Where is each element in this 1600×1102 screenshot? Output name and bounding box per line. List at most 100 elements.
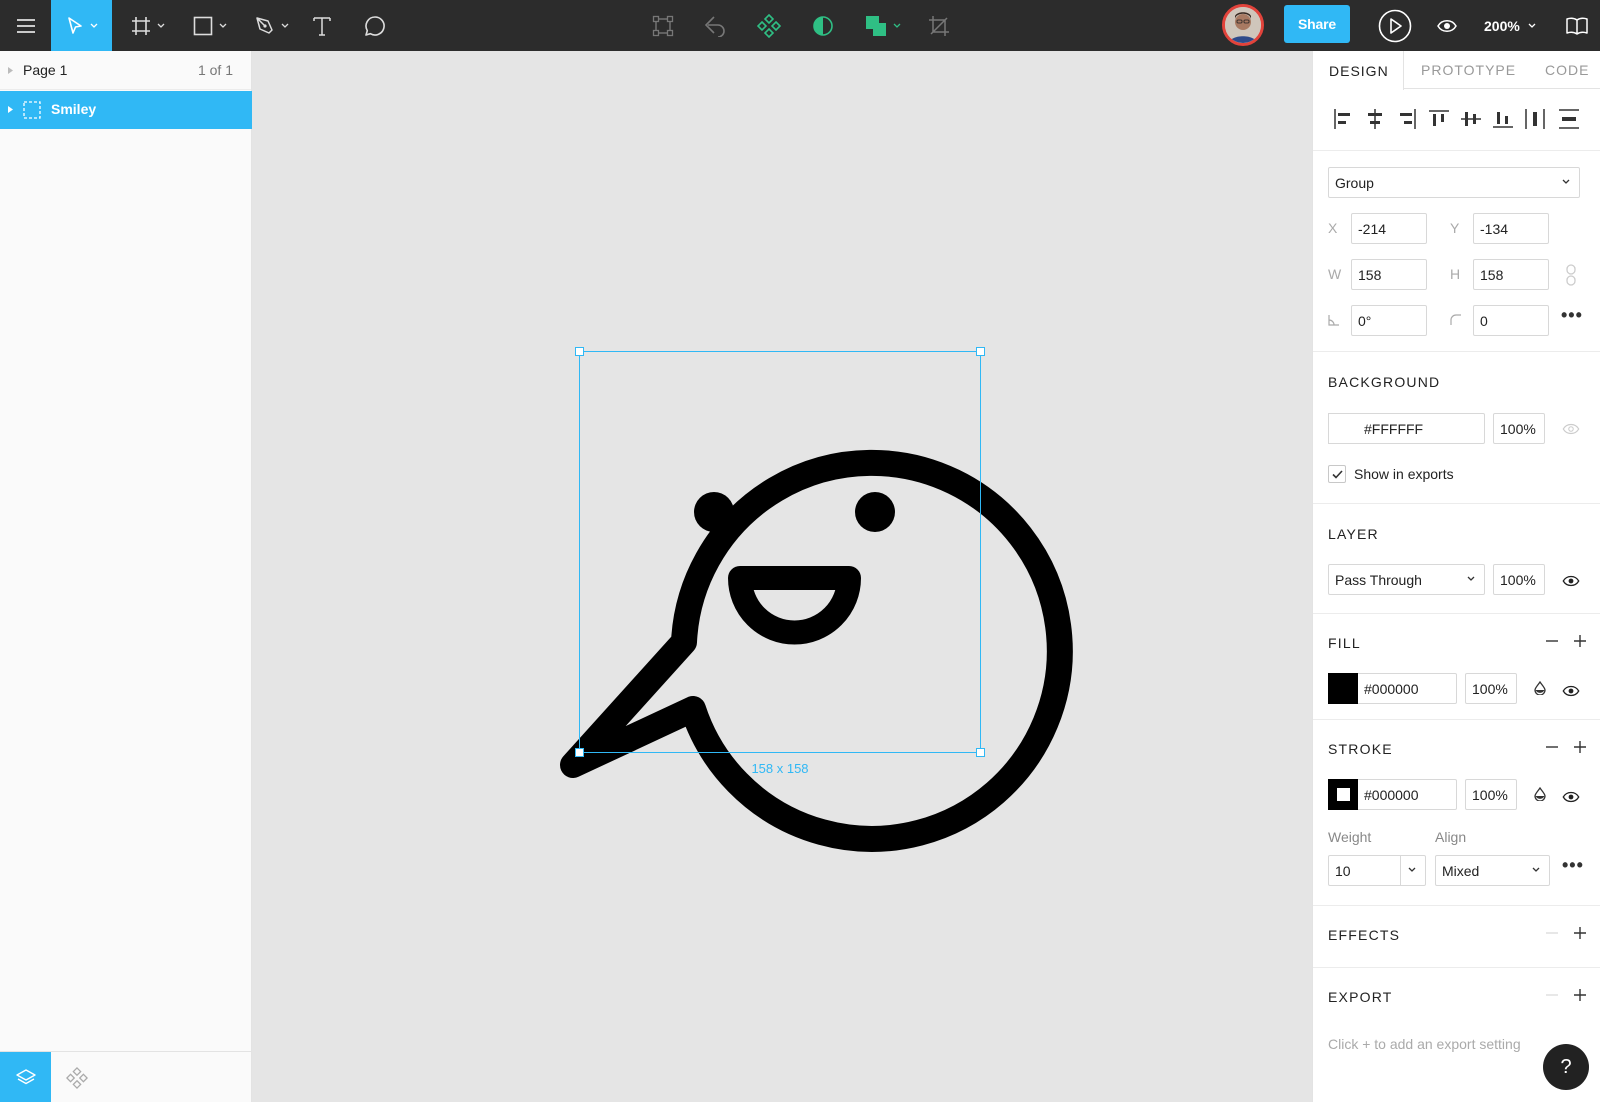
chevron-down-icon — [893, 23, 901, 28]
more-options-icon[interactable]: ••• — [1561, 305, 1583, 326]
chevron-down-icon — [1408, 867, 1416, 872]
fill-opacity-field[interactable]: 100% — [1465, 673, 1517, 704]
height-field[interactable]: 158 — [1473, 259, 1549, 290]
background-color-swatch[interactable] — [1328, 413, 1359, 444]
divider — [1313, 967, 1600, 968]
canvas[interactable]: 158 x 158 — [252, 51, 1312, 1102]
stroke-hex-field[interactable]: #000000 — [1358, 779, 1457, 810]
minus-icon — [1546, 994, 1558, 996]
comment-tool[interactable] — [358, 0, 392, 51]
components-tab[interactable] — [51, 1052, 102, 1102]
create-component-tool[interactable] — [754, 0, 784, 51]
y-field[interactable]: -134 — [1473, 213, 1549, 244]
align-left-button[interactable] — [1329, 103, 1357, 135]
plus-icon[interactable] — [1574, 635, 1586, 647]
tab-prototype[interactable]: PROTOTYPE — [1421, 51, 1516, 89]
show-in-exports-checkbox[interactable] — [1328, 465, 1346, 483]
chevron-down-icon — [1532, 867, 1540, 872]
stroke-opacity-field[interactable]: 100% — [1465, 779, 1517, 810]
resize-handle-bottom-left[interactable] — [575, 748, 584, 757]
menu-button[interactable] — [0, 0, 51, 51]
tab-design[interactable]: DESIGN — [1313, 51, 1404, 90]
blend-mode-select[interactable]: Pass Through — [1328, 564, 1485, 595]
resize-handle-bottom-right[interactable] — [976, 748, 985, 757]
selection-box[interactable] — [575, 347, 985, 757]
drop-icon — [1534, 680, 1546, 696]
fill-hex-field[interactable]: #000000 — [1358, 673, 1457, 704]
text-tool[interactable] — [306, 0, 338, 51]
menu-icon — [16, 18, 35, 33]
view-button[interactable] — [1430, 0, 1464, 51]
layer-item-smiley[interactable]: Smiley — [0, 91, 252, 129]
resize-handle-top-right[interactable] — [976, 347, 985, 356]
crop-tool[interactable] — [924, 0, 954, 51]
stroke-visibility-toggle[interactable] — [1562, 790, 1580, 808]
align-bottom-icon — [1493, 112, 1513, 128]
component-bounds-tool[interactable] — [648, 0, 678, 51]
align-bottom-button[interactable] — [1489, 103, 1517, 135]
stroke-more-options-icon[interactable]: ••• — [1562, 855, 1584, 876]
resize-handle-top-left[interactable] — [575, 347, 584, 356]
width-field[interactable]: 158 — [1351, 259, 1427, 290]
share-button[interactable]: Share — [1284, 5, 1350, 43]
minus-icon[interactable] — [1546, 635, 1558, 647]
layer-visibility-toggle[interactable] — [1562, 574, 1580, 592]
background-section-title: BACKGROUND — [1328, 374, 1441, 390]
align-middle-icon — [1461, 112, 1481, 126]
layers-tab[interactable] — [0, 1052, 51, 1102]
stroke-weight-field[interactable]: 10 — [1328, 855, 1426, 886]
minus-icon — [1546, 932, 1558, 934]
blend-mode-value: Pass Through — [1335, 571, 1422, 588]
library-button[interactable] — [1562, 0, 1592, 51]
x-field[interactable]: -214 — [1351, 213, 1427, 244]
group-type-select[interactable]: Group — [1328, 167, 1580, 198]
rotation-field[interactable]: 0° — [1351, 305, 1427, 336]
minus-icon[interactable] — [1546, 741, 1558, 753]
eye-icon — [1562, 791, 1580, 803]
background-opacity-field[interactable]: 100% — [1493, 413, 1545, 444]
zoom-dropdown[interactable]: 200% — [1484, 0, 1536, 51]
fill-style-button[interactable] — [1534, 680, 1546, 700]
align-middle-button[interactable] — [1457, 103, 1485, 135]
union-tool[interactable] — [862, 0, 904, 51]
present-button[interactable] — [1374, 0, 1416, 51]
divider — [1313, 351, 1600, 352]
stroke-align-select[interactable]: Mixed — [1435, 855, 1550, 886]
y-label: Y — [1450, 220, 1460, 236]
tab-code[interactable]: CODE — [1545, 51, 1589, 89]
chevron-down-icon — [219, 23, 227, 28]
align-right-button[interactable] — [1393, 103, 1421, 135]
background-hex-field[interactable]: #FFFFFF — [1358, 413, 1485, 444]
page-selector[interactable]: Page 1 1 of 1 — [0, 51, 251, 90]
frame-tool[interactable] — [124, 0, 172, 51]
plus-icon[interactable] — [1574, 741, 1586, 753]
align-center-h-icon — [1368, 109, 1382, 129]
mask-tool[interactable] — [808, 0, 838, 51]
create-component-icon — [757, 13, 781, 38]
plus-icon[interactable] — [1574, 927, 1586, 939]
align-center-h-button[interactable] — [1361, 103, 1389, 135]
layer-opacity-field[interactable]: 100% — [1493, 564, 1545, 595]
fill-color-swatch[interactable] — [1328, 673, 1359, 704]
background-visibility-toggle[interactable] — [1562, 422, 1580, 440]
caret-right-icon — [8, 106, 13, 113]
fill-visibility-toggle[interactable] — [1562, 684, 1580, 702]
plus-icon[interactable] — [1574, 989, 1586, 1001]
stroke-style-button[interactable] — [1534, 786, 1546, 806]
rectangle-tool[interactable] — [186, 0, 234, 51]
distribute-vertical-button[interactable] — [1555, 103, 1583, 135]
pen-tool[interactable] — [248, 0, 296, 51]
help-button[interactable]: ? — [1543, 1044, 1589, 1090]
constrain-proportions-toggle[interactable] — [1565, 264, 1577, 291]
avatar[interactable] — [1222, 4, 1264, 46]
export-hint: Click + to add an export setting — [1328, 1036, 1521, 1052]
stroke-color-swatch[interactable] — [1328, 779, 1359, 810]
mask-icon — [813, 15, 833, 36]
corner-radius-field[interactable]: 0 — [1473, 305, 1549, 336]
eye-icon — [1562, 423, 1580, 435]
align-top-button[interactable] — [1425, 103, 1453, 135]
move-tool[interactable] — [51, 0, 112, 51]
toolbar: Share 200% — [0, 0, 1600, 51]
distribute-horizontal-button[interactable] — [1521, 103, 1549, 135]
boolean-tool[interactable] — [700, 0, 730, 51]
